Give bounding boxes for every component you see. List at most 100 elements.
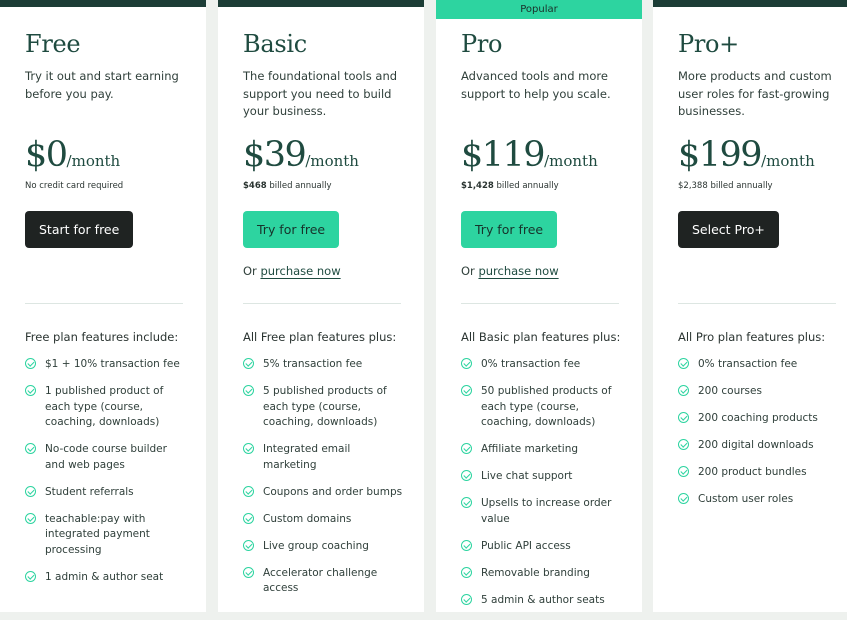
feature-text: teachable:pay with integrated payment pr… [45,512,150,556]
feature-item: Custom user roles [678,492,840,508]
price-amount: $39 [243,135,307,175]
feature-item: Coupons and order bumps [243,485,405,501]
check-circle-icon [678,466,689,477]
feature-item: 200 product bundles [678,465,840,481]
feature-text: Custom user roles [698,493,794,505]
plan-description: Advanced tools and more support to help … [461,69,611,101]
feature-list: $1 + 10% transaction fee 1 published pro… [25,357,187,597]
check-circle-icon [25,512,36,524]
feature-item: Removable branding [461,566,623,582]
feature-text: Upsells to increase order value [481,497,612,525]
check-circle-icon [461,539,472,551]
feature-text: 5 admin & author seats [481,593,605,606]
features-heading: All Free plan features plus: [243,330,397,344]
price-period: /month [544,152,598,170]
feature-text: Coupons and order bumps [263,485,403,498]
feature-item: 200 courses [678,384,840,400]
feature-text: 1 published product of each type (course… [45,385,164,428]
billing-text: billed annually [266,181,332,191]
feature-list: 5% transaction fee 5 published products … [243,357,405,608]
check-circle-icon [243,385,254,396]
billing-note: $2,388 billed annually [678,181,773,191]
check-circle-icon [461,593,472,605]
plan-name: Free [25,30,81,58]
feature-item: Integrated email marketing [243,442,405,473]
feature-item: teachable:pay with integrated payment pr… [25,512,187,559]
plan-price: $0/month [25,135,120,175]
check-circle-icon [25,485,36,497]
select-pro-plus-button[interactable]: Select Pro+ [678,211,779,248]
billing-text: $2,388 billed annually [678,181,773,191]
feature-text: 1 admin & author seat [45,570,164,583]
feature-item: Live group coaching [243,539,405,555]
feature-item: No-code course builder and web pages [25,442,187,473]
feature-item: 0% transaction fee [678,357,840,373]
feature-text: 200 courses [698,385,762,397]
feature-text: $1 + 10% transaction fee [45,358,180,370]
check-circle-icon [678,493,689,504]
features-heading: All Pro plan features plus: [678,330,826,344]
feature-text: 5 published products of each type (cours… [263,385,387,428]
plan-name: Pro+ [678,30,739,58]
divider [461,303,619,304]
purchase-now-link[interactable]: purchase now [478,264,558,278]
purchase-option: Or purchase now [243,264,341,278]
price-period: /month [305,152,359,170]
feature-item: 5% transaction fee [243,357,405,373]
feature-item: Affiliate marketing [461,442,623,458]
check-circle-icon [678,385,689,396]
plan-card-free: Free Try it out and start earning before… [0,0,206,612]
feature-item: Public API access [461,539,623,555]
try-for-free-button[interactable]: Try for free [461,211,558,248]
feature-text: 0% transaction fee [698,358,798,370]
feature-text: 0% transaction fee [481,358,581,370]
plan-description: Try it out and start earning before you … [25,69,179,101]
card-top-bar [218,0,424,7]
price-period: /month [761,152,815,170]
start-for-free-button[interactable]: Start for free [25,211,134,248]
feature-text: Student referrals [45,485,134,498]
plan-price: $119/month [461,135,598,175]
divider [25,303,183,304]
feature-text: Live chat support [481,470,573,482]
feature-item: Upsells to increase order value [461,496,623,527]
feature-item: Custom domains [243,512,405,528]
feature-text: 50 published products of each type (cour… [481,385,612,428]
feature-text: 5% transaction fee [263,358,363,370]
feature-text: 200 product bundles [698,466,807,478]
feature-item: 0% transaction fee [461,357,623,373]
card-top-bar [0,0,206,7]
feature-text: Live group coaching [263,539,369,552]
price-amount: $199 [678,135,763,175]
check-circle-icon [461,443,472,454]
plan-price: $199/month [678,135,815,175]
plan-card-basic: Basic The foundational tools and support… [218,0,424,612]
feature-item: 5 admin & author seats [461,593,623,609]
plan-price: $39/month [243,135,359,175]
feature-item: 200 coaching products [678,411,840,427]
price-period: /month [66,152,121,170]
feature-text: 200 digital downloads [698,439,814,451]
feature-text: No-code course builder and web pages [45,443,167,471]
billing-amount: $468 [243,181,267,191]
try-for-free-button[interactable]: Try for free [243,211,340,248]
feature-item: 5 published products of each type (cours… [243,384,405,431]
feature-item: 1 admin & author seat [25,570,187,586]
feature-item: 50 published products of each type (cour… [461,384,623,431]
check-circle-icon [25,443,36,454]
divider [243,303,401,304]
feature-item: 200 digital downloads [678,438,840,454]
or-prefix: Or [461,264,479,278]
plan-name: Basic [243,30,307,58]
check-circle-icon [25,385,36,396]
plan-description: The foundational tools and support you n… [243,69,398,118]
check-circle-icon [243,539,254,551]
feature-text: Integrated email marketing [263,443,351,471]
price-amount: $119 [461,135,546,175]
purchase-now-link[interactable]: purchase now [260,264,340,278]
feature-list: 0% transaction fee 50 published products… [461,357,623,620]
check-circle-icon [678,358,689,369]
check-circle-icon [243,358,254,369]
plan-card-pro-plus: Pro+ More products and custom user roles… [653,0,847,612]
feature-item: Accelerator challenge access [243,566,405,597]
